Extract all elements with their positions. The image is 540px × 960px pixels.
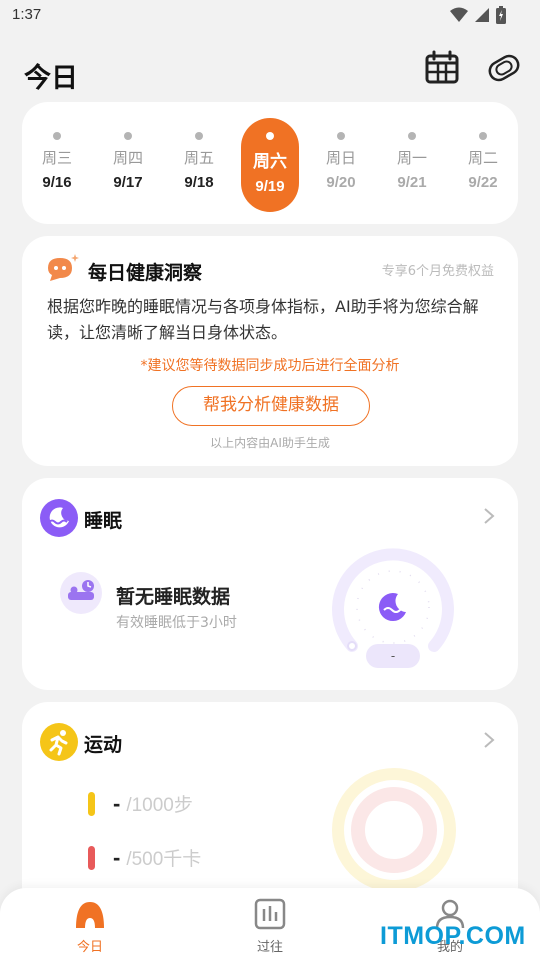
today-icon [76,902,104,928]
ai-insight-title: 每日健康洞察 [88,262,203,284]
day-item-selected[interactable]: 周六 9/19 [241,118,299,212]
date-strip: 周三 9/16 周四 9/17 周五 9/18 周六 9/19 周日 9/20 … [22,102,518,224]
day-weekday: 周六 [253,152,287,172]
day-weekday: 周五 [183,149,214,167]
day-date: 9/22 [468,174,498,191]
sleep-bed-icon [60,572,102,614]
day-item[interactable]: 周一 9/21 [383,118,441,212]
ai-insight-note: *建议您等待数据同步成功后进行全面分析 [140,358,400,374]
sleep-card[interactable]: 睡眠 暂无睡眠数据 有效睡眠低于3小时 - [22,478,518,690]
day-item[interactable]: 周日 9/20 [312,118,370,212]
chart-icon [254,898,286,930]
ai-insight-card: 每日健康洞察 专享6个月免费权益 根据您昨晚的睡眠情况与各项身体指标，AI助手将… [22,236,518,466]
analyze-health-button[interactable]: 帮我分析健康数据 [172,386,370,426]
day-date: 9/16 [42,174,72,191]
day-date: 9/18 [184,174,214,191]
calories-indicator [88,845,95,870]
ai-footer-text: 以上内容由AI助手生成 [210,436,330,450]
steps-value: - [113,790,121,816]
ai-promo-text[interactable]: 专享6个月免费权益 [382,260,494,279]
chevron-right-icon[interactable] [482,730,496,750]
day-item[interactable]: 周三 9/16 [28,118,86,212]
wifi-icon [450,7,468,22]
no-sleep-data-subtitle: 有效睡眠低于3小时 [116,615,237,631]
no-sleep-data-title: 暂无睡眠数据 [116,586,231,608]
nav-history[interactable]: 过往 [230,898,310,955]
steps-goal: /1000步 [126,795,193,816]
signal-icon [475,8,489,22]
steps-stat: - /1000步 [88,790,193,817]
battery-icon [496,6,506,24]
ai-assistant-icon [48,254,79,281]
sport-title: 运动 [84,734,123,756]
day-item[interactable]: 周二 9/22 [454,118,512,212]
activity-rings [332,768,456,892]
sleep-icon [40,499,78,537]
running-icon [40,723,78,761]
day-item[interactable]: 周四 9/17 [99,118,157,212]
watermark: ITMOP.COM [380,922,526,950]
status-icons [450,6,506,24]
nav-today-label: 今日 [76,940,103,955]
day-weekday: 周一 [396,149,427,167]
day-item[interactable]: 周五 9/18 [170,118,228,212]
calendar-icon[interactable] [424,50,460,86]
day-date: 9/17 [113,174,143,191]
chevron-right-icon[interactable] [482,506,496,526]
day-weekday: 周四 [112,149,143,167]
day-date: 9/19 [255,178,285,195]
day-weekday: 周二 [467,149,498,167]
status-time: 1:37 [12,6,42,23]
page-title: 今日 [24,63,78,94]
steps-indicator [88,791,95,816]
sleep-title: 睡眠 [84,510,123,532]
day-date: 9/20 [326,174,356,191]
ai-insight-body: 根据您昨晚的睡眠情况与各项身体指标，AI助手将为您综合解读，让您清晰了解当日身体… [47,297,479,342]
day-weekday: 周三 [41,149,72,167]
calories-value: - [113,844,121,870]
calories-stat: - /500千卡 [88,844,201,871]
calories-goal: /500千卡 [126,849,202,870]
status-bar: 1:37 [0,0,540,32]
nav-history-label: 过往 [256,940,283,955]
day-weekday: 周日 [325,149,356,167]
nav-today[interactable]: 今日 [50,898,130,955]
sleep-dial-value: - [366,644,420,668]
watch-icon[interactable] [486,50,522,86]
day-date: 9/21 [397,174,427,191]
